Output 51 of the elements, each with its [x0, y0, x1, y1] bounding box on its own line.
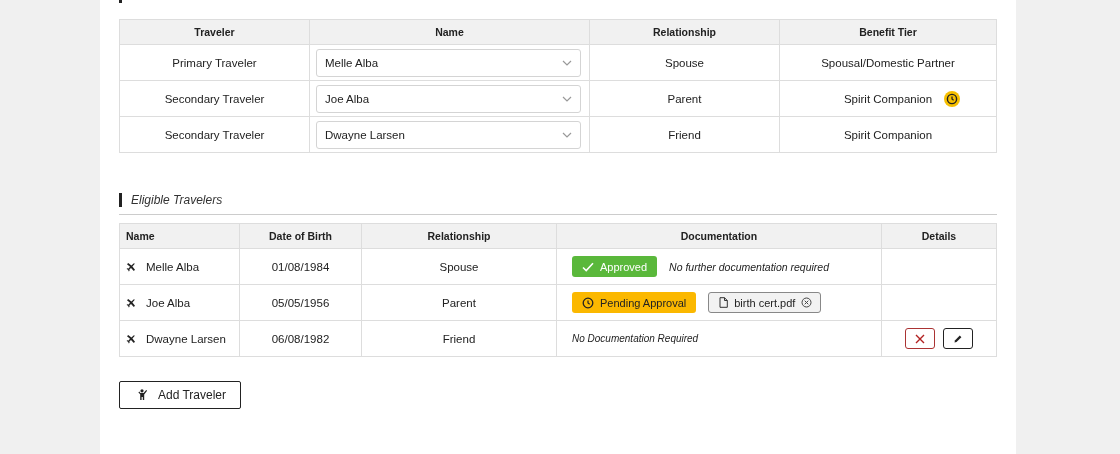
table-cell: Parent — [589, 80, 780, 117]
checkmark-icon — [582, 261, 594, 272]
status-badge: Pending Approval — [572, 292, 697, 313]
table-cell: Primary Traveler — [119, 44, 310, 81]
status-badge: Approved — [572, 256, 658, 277]
add-traveler-button[interactable]: Add Traveler — [119, 381, 242, 409]
column-header: Name — [309, 19, 590, 45]
benefit-tier-label: Spousal/Domestic Partner — [821, 56, 955, 69]
traveler-name: Dwayne Larsen — [146, 332, 226, 345]
traveler-name: Melle Alba — [146, 260, 200, 273]
table-cell: 01/08/1984 — [239, 248, 362, 285]
file-chip[interactable]: birth cert.pdf — [708, 292, 822, 313]
edit-button[interactable] — [943, 328, 973, 349]
clock-icon — [582, 296, 594, 309]
column-header: Date of Birth — [239, 223, 362, 249]
column-header: Relationship — [589, 19, 780, 45]
chevron-down-icon — [562, 95, 572, 102]
remove-icon[interactable] — [801, 297, 813, 308]
traveler-name: Joe Alba — [146, 296, 191, 309]
pencil-icon — [953, 333, 963, 344]
benefit-tier-label: Spirit Companion — [843, 128, 933, 141]
chevron-down-icon — [562, 131, 572, 138]
documentation-note: No Documentation Required — [572, 333, 699, 344]
table-cell: Spouse — [361, 248, 557, 285]
heading-marker — [119, 0, 122, 3]
heading-marker — [119, 193, 122, 207]
table-cell: Friend — [589, 116, 780, 153]
delete-button[interactable] — [905, 328, 935, 349]
section-title: Eligible Travelers — [131, 193, 223, 207]
column-header: Traveler — [119, 19, 310, 45]
benefit-tier-label: Spirit Companion — [843, 92, 933, 105]
table-cell: Secondary Traveler — [119, 116, 310, 153]
close-icon — [915, 333, 925, 344]
chevron-down-icon — [562, 59, 572, 66]
name-dropdown[interactable]: Dwayne Larsen — [316, 120, 581, 149]
document-icon — [719, 297, 729, 308]
column-header: Name — [119, 223, 240, 249]
person-icon — [138, 389, 148, 401]
column-header: Documentation — [556, 223, 882, 249]
table-cell: Secondary Traveler — [119, 80, 310, 117]
name-dropdown[interactable]: Joe Alba — [316, 84, 581, 113]
table-cell: 06/08/1982 — [239, 320, 362, 357]
name-dropdown[interactable]: Melle Alba — [316, 48, 581, 77]
column-header: Relationship — [361, 223, 557, 249]
column-header: Details — [881, 223, 997, 249]
column-header: Benefit Tier — [779, 19, 997, 45]
table-cell: 05/05/1956 — [239, 284, 362, 321]
documentation-note: No further documentation required — [669, 260, 830, 273]
table-cell: Friend — [361, 320, 557, 357]
table-cell: Parent — [361, 284, 557, 321]
table-cell: Spouse — [589, 44, 780, 81]
